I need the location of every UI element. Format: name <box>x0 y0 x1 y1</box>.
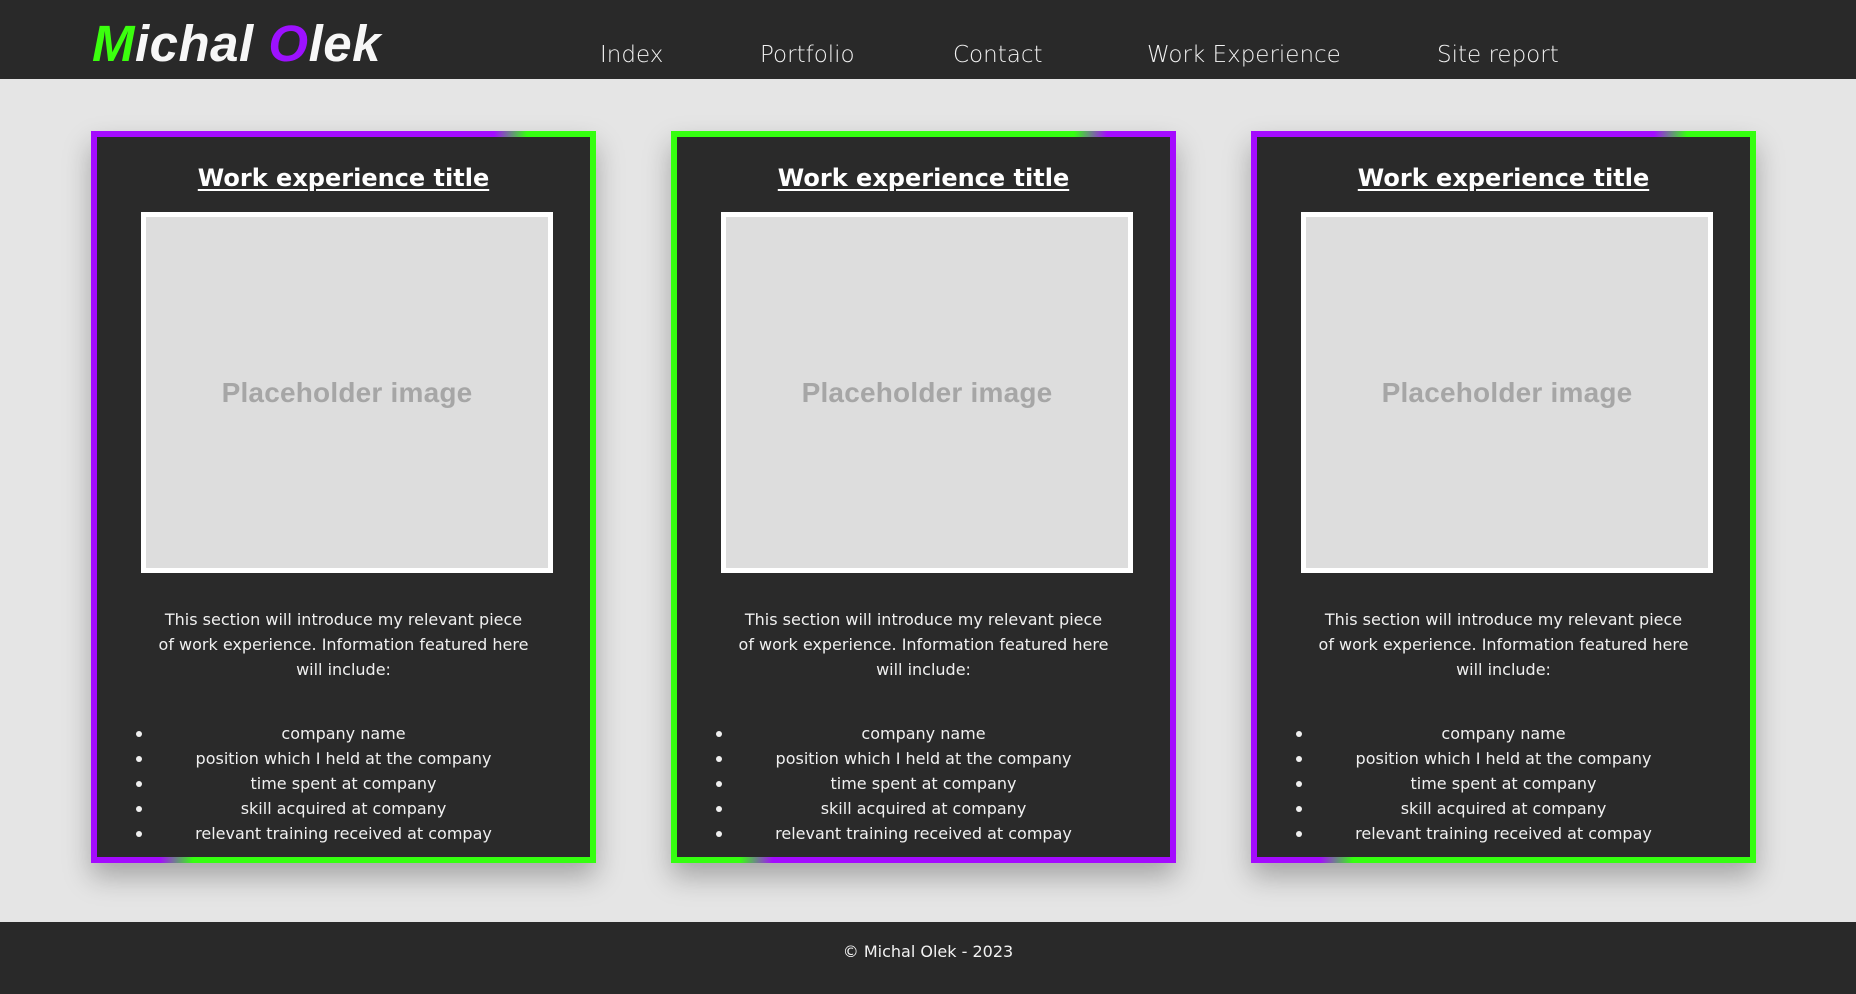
list-item-text: relevant training received at compay <box>775 824 1072 843</box>
work-experience-card: Work experience title Placeholder image … <box>91 131 596 863</box>
bullet-icon <box>136 806 142 812</box>
bullet-icon <box>716 756 722 762</box>
placeholder-image-area: Placeholder image <box>726 217 1128 568</box>
list-item-text: time spent at company <box>830 774 1017 793</box>
logo-initial-o: O <box>268 15 309 72</box>
bullet-icon <box>716 831 722 837</box>
nav-link-portfolio[interactable]: Portfolio <box>760 40 855 70</box>
list-item: relevant training received at compay <box>1257 821 1750 846</box>
list-item: skill acquired at company <box>677 796 1170 821</box>
card-description: This section will introduce my relevant … <box>1318 610 1689 679</box>
list-item: company name <box>677 721 1170 746</box>
list-item: skill acquired at company <box>1257 796 1750 821</box>
bullet-icon <box>716 731 722 737</box>
list-item-text: skill acquired at company <box>1400 799 1607 818</box>
site-footer: © Michal Olek - 2023 <box>0 922 1856 994</box>
list-item: skill acquired at company <box>97 796 590 821</box>
list-item: time spent at company <box>97 771 590 796</box>
card-description: This section will introduce my relevant … <box>158 610 529 679</box>
bullet-icon <box>1296 731 1302 737</box>
list-item-text: skill acquired at company <box>240 799 447 818</box>
card-title: Work experience title <box>777 164 1070 192</box>
list-item-text: company name <box>281 724 406 743</box>
placeholder-image-area: Placeholder image <box>1306 217 1708 568</box>
list-item: time spent at company <box>677 771 1170 796</box>
list-item: company name <box>97 721 590 746</box>
list-item: time spent at company <box>1257 771 1750 796</box>
nav-link-site-report[interactable]: Site report <box>1437 40 1559 70</box>
site-logo[interactable]: Michal Olek <box>92 12 381 76</box>
list-item-text: relevant training received at compay <box>195 824 492 843</box>
site-header: Michal Olek Index Portfolio Contact Work… <box>0 0 1856 79</box>
logo-first-name-rest: ichal <box>134 15 254 72</box>
copyright-text: © Michal Olek - 2023 <box>842 942 1014 961</box>
list-item-text: position which I held at the company <box>1355 749 1652 768</box>
logo-last-name-rest: lek <box>308 15 381 72</box>
list-item: relevant training received at compay <box>677 821 1170 846</box>
placeholder-image-area: Placeholder image <box>146 217 548 568</box>
list-item: position which I held at the company <box>1257 746 1750 771</box>
bullet-icon <box>136 756 142 762</box>
nav-link-index[interactable]: Index <box>600 40 663 70</box>
placeholder-image: Placeholder image <box>141 212 553 573</box>
placeholder-image: Placeholder image <box>721 212 1133 573</box>
card-detail-list: company name position which I held at th… <box>677 721 1170 846</box>
list-item-text: company name <box>861 724 986 743</box>
list-item: company name <box>1257 721 1750 746</box>
bullet-icon <box>1296 806 1302 812</box>
list-item-text: position which I held at the company <box>195 749 492 768</box>
list-item-text: skill acquired at company <box>820 799 1027 818</box>
placeholder-image-label: Placeholder image <box>801 376 1053 408</box>
placeholder-image: Placeholder image <box>1301 212 1713 573</box>
logo-initial-m: M <box>92 15 135 72</box>
nav-link-work-experience[interactable]: Work Experience <box>1147 40 1341 70</box>
bullet-icon <box>1296 756 1302 762</box>
list-item-text: relevant training received at compay <box>1355 824 1652 843</box>
placeholder-image-label: Placeholder image <box>1381 376 1633 408</box>
list-item-text: company name <box>1441 724 1566 743</box>
bullet-icon <box>136 781 142 787</box>
bullet-icon <box>1296 781 1302 787</box>
card-detail-list: company name position which I held at th… <box>97 721 590 846</box>
card-description: This section will introduce my relevant … <box>738 610 1109 679</box>
bullet-icon <box>1296 831 1302 837</box>
list-item-text: time spent at company <box>250 774 437 793</box>
list-item: relevant training received at compay <box>97 821 590 846</box>
placeholder-image-label: Placeholder image <box>221 376 473 408</box>
bullet-icon <box>716 781 722 787</box>
list-item-text: position which I held at the company <box>775 749 1072 768</box>
list-item-text: time spent at company <box>1410 774 1597 793</box>
bullet-icon <box>136 831 142 837</box>
card-title: Work experience title <box>1357 164 1650 192</box>
list-item: position which I held at the company <box>97 746 590 771</box>
list-item: position which I held at the company <box>677 746 1170 771</box>
work-experience-card: Work experience title Placeholder image … <box>671 131 1176 863</box>
card-detail-list: company name position which I held at th… <box>1257 721 1750 846</box>
card-title: Work experience title <box>197 164 490 192</box>
work-experience-card: Work experience title Placeholder image … <box>1251 131 1756 863</box>
nav-link-contact[interactable]: Contact <box>953 40 1042 70</box>
bullet-icon <box>716 806 722 812</box>
bullet-icon <box>136 731 142 737</box>
